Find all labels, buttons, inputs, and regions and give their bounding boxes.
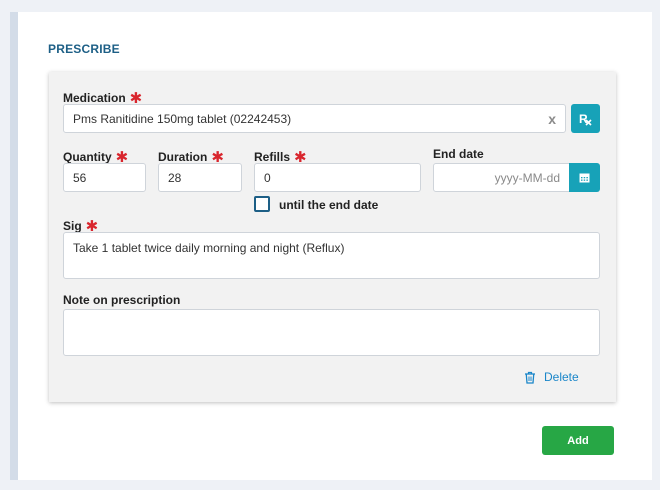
- add-button[interactable]: Add: [542, 426, 614, 455]
- sig-label-text: Sig: [63, 219, 82, 233]
- trash-icon: [525, 371, 535, 384]
- note-label: Note on prescription: [63, 293, 180, 307]
- end-date-label-text: End date: [433, 147, 484, 161]
- note-label-text: Note on prescription: [63, 293, 181, 307]
- sig-value: Take 1 tablet twice daily morning and ni…: [73, 241, 345, 255]
- delete-link[interactable]: Delete: [524, 370, 579, 384]
- quantity-label-text: Quantity: [63, 150, 112, 164]
- duration-value: 28: [168, 170, 182, 185]
- rx-icon: R: [579, 112, 592, 126]
- refills-input[interactable]: 0: [254, 163, 421, 192]
- medication-label-text: Medication: [63, 91, 126, 105]
- end-date-placeholder: yyyy-MM-dd: [494, 170, 560, 185]
- section-title: PRESCRIBE: [48, 42, 120, 56]
- until-end-date-checkbox[interactable]: [254, 196, 270, 212]
- calendar-icon: [579, 173, 590, 183]
- quantity-input[interactable]: 56: [63, 163, 146, 192]
- refills-value: 0: [264, 170, 271, 185]
- medication-value: Pms Ranitidine 150mg tablet (02242453): [73, 111, 292, 126]
- calendar-button[interactable]: [569, 163, 600, 192]
- end-date-label: End date: [433, 147, 484, 161]
- until-end-date-label: until the end date: [279, 198, 379, 212]
- delete-label: Delete: [544, 370, 579, 384]
- refills-label-text: Refills: [254, 150, 291, 164]
- clear-medication-icon[interactable]: x: [548, 111, 556, 127]
- note-textarea[interactable]: [63, 309, 600, 356]
- medication-input[interactable]: Pms Ranitidine 150mg tablet (02242453) x: [63, 104, 566, 133]
- duration-input[interactable]: 28: [158, 163, 242, 192]
- duration-label-text: Duration: [158, 150, 208, 164]
- sig-textarea[interactable]: Take 1 tablet twice daily morning and ni…: [63, 232, 600, 279]
- rx-button[interactable]: R: [571, 104, 600, 133]
- end-date-input[interactable]: yyyy-MM-dd: [433, 163, 570, 192]
- quantity-value: 56: [73, 170, 87, 185]
